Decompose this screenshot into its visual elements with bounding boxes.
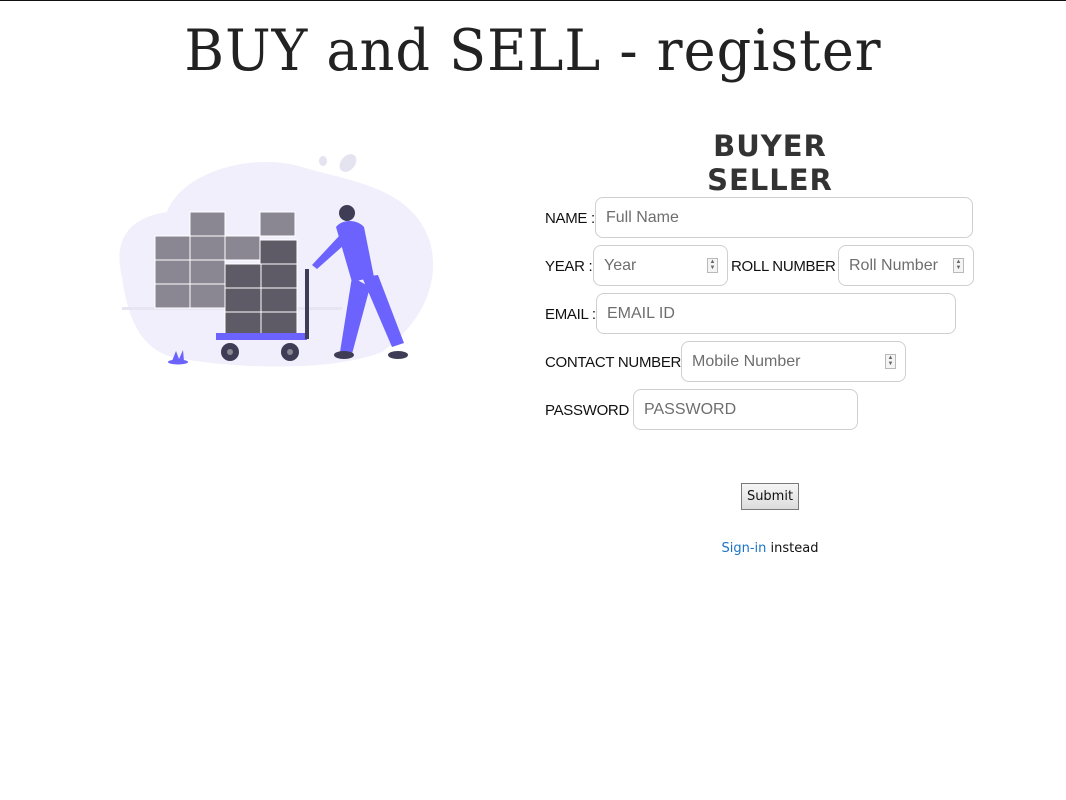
- full-name-input[interactable]: [595, 197, 973, 238]
- contact-number-stepper[interactable]: ▲▼: [681, 341, 906, 382]
- email-input[interactable]: [596, 293, 956, 334]
- contact-number-spinner-icon[interactable]: ▲ ▼: [885, 354, 896, 369]
- year-label: YEAR :: [545, 258, 593, 275]
- roll-number-spinner-icon[interactable]: ▲ ▼: [953, 258, 964, 273]
- signin-line: Sign-in instead: [660, 541, 880, 556]
- year-spinner-icon[interactable]: ▲ ▼: [707, 258, 718, 273]
- email-label: EMAIL :: [545, 306, 596, 323]
- password-label: PASSWORD :: [545, 402, 637, 419]
- roll-number-label: ROLL NUMBER :: [731, 258, 844, 275]
- signin-suffix: instead: [766, 541, 819, 556]
- contact-number-label: CONTACT NUMBER :: [545, 354, 689, 371]
- roll-number-stepper[interactable]: ▲▼: [838, 245, 974, 286]
- password-input[interactable]: [633, 389, 858, 430]
- delivery-illustration-icon: [119, 154, 434, 367]
- form-heading: BUYER SELLER: [707, 129, 833, 197]
- signin-link[interactable]: Sign-in: [722, 541, 767, 556]
- name-label: NAME :: [545, 210, 595, 227]
- year-stepper[interactable]: ▲▼: [593, 245, 728, 286]
- page-title: BUY and SELL - register: [184, 17, 882, 84]
- submit-button[interactable]: Submit: [741, 483, 799, 510]
- mobile-number-input[interactable]: [681, 341, 906, 382]
